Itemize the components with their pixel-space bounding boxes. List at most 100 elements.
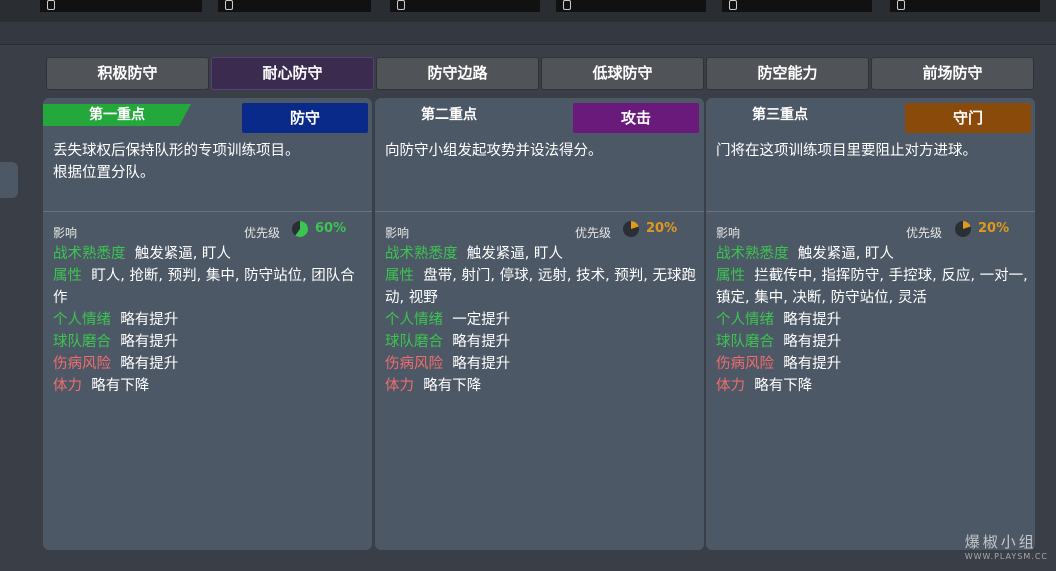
cohesion-row: 球队磨合 略有提升 <box>716 331 1028 353</box>
tab-defend-wings[interactable]: 防守边路 <box>376 57 539 90</box>
priority-pie-icon <box>292 221 309 237</box>
lock-icon <box>563 0 571 10</box>
familiarity-key: 战术熟悉度 <box>716 246 789 262</box>
watermark-text: 爆椒小组 <box>964 533 1037 551</box>
familiarity-value: 触发紧逼, 盯人 <box>134 246 231 262</box>
effects-list: 战术熟悉度 触发紧逼, 盯人 属性 盯人, 抢断, 预判, 集中, 防守站位, … <box>53 243 365 397</box>
morale-row: 个人情绪 一定提升 <box>385 309 697 331</box>
morale-key: 个人情绪 <box>53 312 111 328</box>
training-card-second-focus: 第二重点 攻击 向防守小组发起攻势并设法得分。 影响 优先级 20% 战术熟悉度… <box>375 98 704 550</box>
lock-icon <box>47 0 55 10</box>
familiarity-key: 战术熟悉度 <box>53 246 126 262</box>
cohesion-key: 球队磨合 <box>716 334 774 350</box>
injury-value: 略有提升 <box>452 356 511 372</box>
training-card-third-focus: 第三重点 守门 门将在这项训练项目里要阻止对方进球。 影响 优先级 20% 战术… <box>706 98 1035 550</box>
familiarity-value: 触发紧逼, 盯人 <box>466 246 563 262</box>
card-description: 向防守小组发起攻势并设法得分。 <box>385 140 697 162</box>
divider <box>706 211 1035 212</box>
injury-value: 略有提升 <box>120 356 179 372</box>
familiarity-row: 战术熟悉度 触发紧逼, 盯人 <box>53 243 365 265</box>
attributes-value: 拦截传中, 指挥防守, 手控球, 反应, 一对一, 镇定, 集中, 决断, 防守… <box>716 268 1028 306</box>
attributes-row: 属性 盯人, 抢断, 预判, 集中, 防守站位, 团队合作 <box>53 265 365 309</box>
stamina-value: 略有下降 <box>754 378 813 394</box>
description-line: 丢失球权后保持队形的专项训练项目。 <box>53 143 300 159</box>
morale-row: 个人情绪 略有提升 <box>716 309 1028 331</box>
card-description: 丢失球权后保持队形的专项训练项目。 根据位置分队。 <box>53 140 365 184</box>
injury-key: 伤病风险 <box>716 356 774 372</box>
tab-low-block[interactable]: 低球防守 <box>541 57 704 90</box>
impact-label: 影响 <box>53 226 78 240</box>
site-watermark: 爆椒小组 WWW.PLAYSM.CC <box>965 531 1048 561</box>
impact-label: 影响 <box>716 226 741 240</box>
divider <box>375 211 704 212</box>
side-panel-handle[interactable] <box>0 162 18 198</box>
morale-row: 个人情绪 略有提升 <box>53 309 365 331</box>
lock-icon <box>225 0 233 10</box>
top-slot[interactable] <box>40 0 202 12</box>
priority-percent: 60% <box>315 221 347 236</box>
priority-pie-icon <box>623 221 639 237</box>
attributes-row: 属性 盘带, 射门, 停球, 远射, 技术, 预判, 无球跑动, 视野 <box>385 265 697 309</box>
stamina-key: 体力 <box>53 378 82 394</box>
stamina-key: 体力 <box>716 378 745 394</box>
priority-label: 优先级 <box>906 226 943 240</box>
top-slot[interactable] <box>722 0 872 12</box>
stamina-row: 体力 略有下降 <box>53 375 365 397</box>
cohesion-value: 略有提升 <box>783 334 842 350</box>
cohesion-row: 球队磨合 略有提升 <box>53 331 365 353</box>
tab-high-press[interactable]: 前场防守 <box>871 57 1034 90</box>
injury-row: 伤病风险 略有提升 <box>385 353 697 375</box>
morale-value: 略有提升 <box>783 312 842 328</box>
watermark-url: WWW.PLAYSM.CC <box>964 552 1048 561</box>
top-slot[interactable] <box>390 0 540 12</box>
effects-list: 战术熟悉度 触发紧逼, 盯人 属性 拦截传中, 指挥防守, 手控球, 反应, 一… <box>716 243 1028 397</box>
cohesion-value: 略有提升 <box>452 334 511 350</box>
stamina-value: 略有下降 <box>91 378 150 394</box>
category-button-attack[interactable]: 攻击 <box>573 103 699 133</box>
priority-label: 优先级 <box>244 226 281 240</box>
cohesion-key: 球队磨合 <box>385 334 443 350</box>
header-band <box>0 22 1056 45</box>
category-button-goalkeeping[interactable]: 守门 <box>905 103 1031 133</box>
attributes-value: 盘带, 射门, 停球, 远射, 技术, 预判, 无球跑动, 视野 <box>385 268 697 306</box>
morale-key: 个人情绪 <box>716 312 774 328</box>
injury-row: 伤病风险 略有提升 <box>53 353 365 375</box>
familiarity-value: 触发紧逼, 盯人 <box>797 246 894 262</box>
priority-pie-icon <box>955 221 971 237</box>
lock-icon <box>897 0 905 10</box>
effects-list: 战术熟悉度 触发紧逼, 盯人 属性 盘带, 射门, 停球, 远射, 技术, 预判… <box>385 243 697 397</box>
attributes-key: 属性 <box>716 268 745 284</box>
stamina-row: 体力 略有下降 <box>385 375 697 397</box>
lock-icon <box>729 0 737 10</box>
impact-label: 影响 <box>385 226 410 240</box>
lock-icon <box>397 0 405 10</box>
morale-key: 个人情绪 <box>385 312 443 328</box>
attributes-value: 盯人, 抢断, 预判, 集中, 防守站位, 团队合作 <box>53 268 355 306</box>
familiarity-row: 战术熟悉度 触发紧逼, 盯人 <box>385 243 697 265</box>
training-card-first-focus: 第一重点 防守 丢失球权后保持队形的专项训练项目。 根据位置分队。 影响 优先级… <box>43 98 372 550</box>
attributes-key: 属性 <box>385 268 414 284</box>
priority-percent: 20% <box>646 221 678 236</box>
tab-active-defense[interactable]: 积极防守 <box>46 57 209 90</box>
injury-value: 略有提升 <box>783 356 842 372</box>
cohesion-row: 球队磨合 略有提升 <box>385 331 697 353</box>
priority-label: 优先级 <box>575 226 612 240</box>
top-slot[interactable] <box>218 0 371 12</box>
category-button-defense[interactable]: 防守 <box>242 103 368 133</box>
attributes-row: 属性 拦截传中, 指挥防守, 手控球, 反应, 一对一, 镇定, 集中, 决断,… <box>716 265 1028 309</box>
familiarity-row: 战术熟悉度 触发紧逼, 盯人 <box>716 243 1028 265</box>
morale-value: 略有提升 <box>120 312 179 328</box>
familiarity-key: 战术熟悉度 <box>385 246 458 262</box>
attributes-key: 属性 <box>53 268 82 284</box>
description-line: 向防守小组发起攻势并设法得分。 <box>385 143 603 159</box>
tab-aerial-defense[interactable]: 防空能力 <box>706 57 869 90</box>
top-slot[interactable] <box>556 0 706 12</box>
focus-label: 第二重点 <box>421 107 477 123</box>
priority-percent: 20% <box>978 221 1010 236</box>
tab-patient-defense[interactable]: 耐心防守 <box>211 57 374 90</box>
morale-value: 一定提升 <box>452 312 511 328</box>
card-description: 门将在这项训练项目里要阻止对方进球。 <box>716 140 1028 162</box>
top-slot[interactable] <box>890 0 1040 12</box>
focus-label: 第一重点 <box>43 104 191 126</box>
stamina-row: 体力 略有下降 <box>716 375 1028 397</box>
